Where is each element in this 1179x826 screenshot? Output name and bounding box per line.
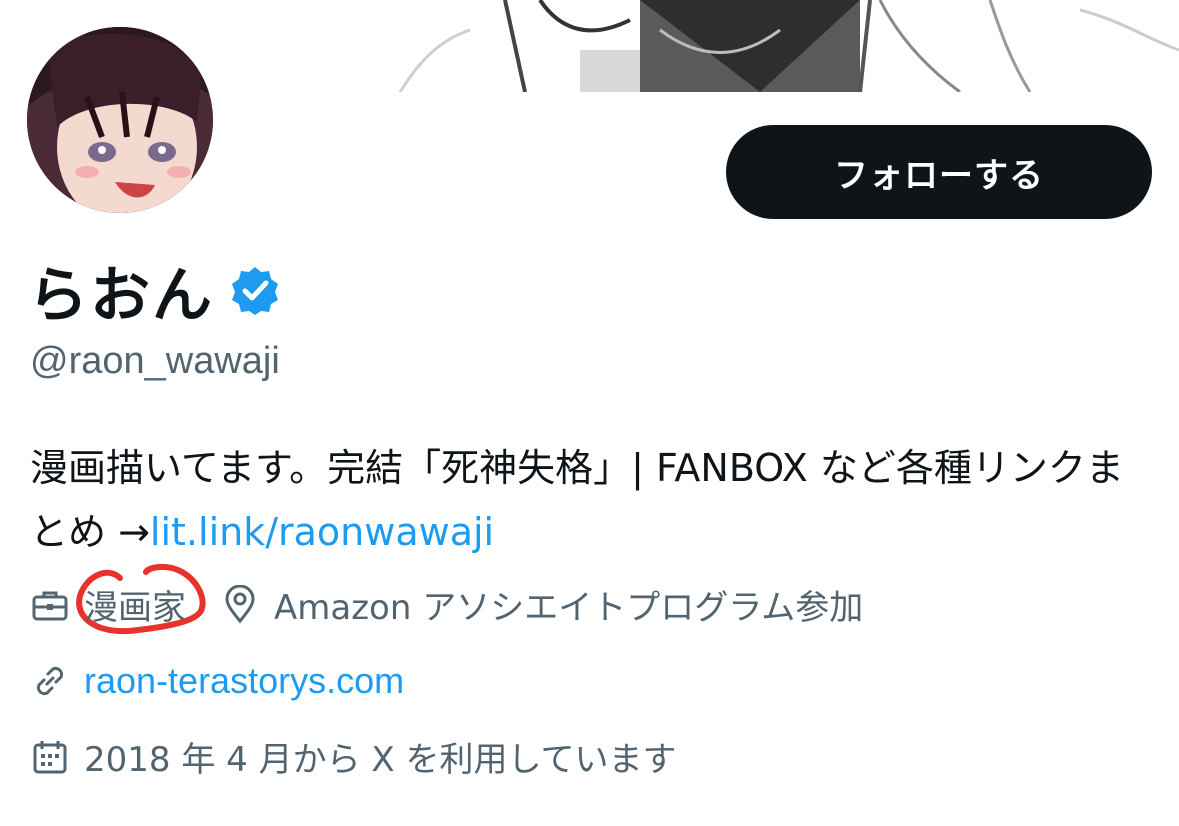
link-icon (36, 666, 64, 696)
profile-meta-row: 漫画家 Amazon アソシエイトプログラム参加 (30, 580, 863, 629)
avatar-illustration (27, 27, 213, 213)
display-name: らおん (28, 260, 214, 331)
profile-bio: 漫画描いてます。完結「死神失格」| FANBOX など各種リンクまとめ →lit… (30, 436, 1160, 564)
joined-text: 2018 年 4 月から X を利用しています (84, 740, 677, 780)
name-row: らおん (28, 250, 280, 331)
website-row: raon-terastorys.com (30, 660, 404, 702)
avatar[interactable] (27, 27, 213, 213)
follow-button[interactable]: フォローする (726, 125, 1152, 219)
profession-text: 漫画家 (84, 588, 186, 628)
briefcase-icon (32, 591, 68, 620)
map-pin-icon (225, 584, 255, 623)
verified-badge-icon[interactable] (230, 265, 280, 315)
joined-row: 2018 年 4 月から X を利用しています (30, 732, 676, 781)
bio-link[interactable]: lit.link/raonwawaji (150, 510, 494, 554)
location-text: Amazon アソシエイトプログラム参加 (274, 588, 864, 628)
user-handle: @raon_wawaji (30, 340, 280, 382)
website-link[interactable]: raon-terastorys.com (84, 660, 404, 702)
calendar-icon (33, 740, 67, 773)
